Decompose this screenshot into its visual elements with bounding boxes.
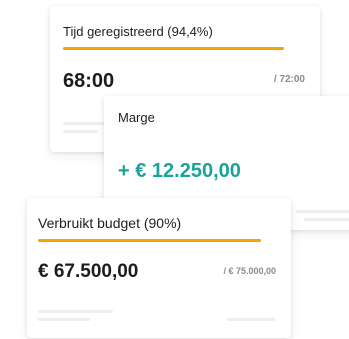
placeholder-line: [227, 318, 275, 321]
budget-total: / € 75.000,00: [223, 266, 276, 276]
budget-value: € 67.500,00: [38, 261, 139, 282]
progress-underline: [63, 47, 284, 50]
budget-used-card: Verbruikt budget (90%) € 67.500,00 / € 7…: [27, 198, 291, 338]
card-title: Marge: [118, 110, 155, 125]
card-title: Verbruikt budget (90%): [38, 215, 182, 231]
placeholder-line: [38, 318, 90, 321]
time-total: / 72:00: [273, 74, 305, 85]
margin-value: + € 12.250,00: [118, 160, 241, 182]
progress-underline: [38, 239, 261, 242]
placeholder-line: [296, 210, 349, 213]
placeholder-line: [38, 310, 113, 313]
placeholder-line: [63, 130, 98, 133]
placeholder-line: [304, 218, 349, 221]
card-title: Tijd geregistreerd (94,4%): [63, 24, 213, 39]
time-value: 68:00: [63, 70, 115, 92]
